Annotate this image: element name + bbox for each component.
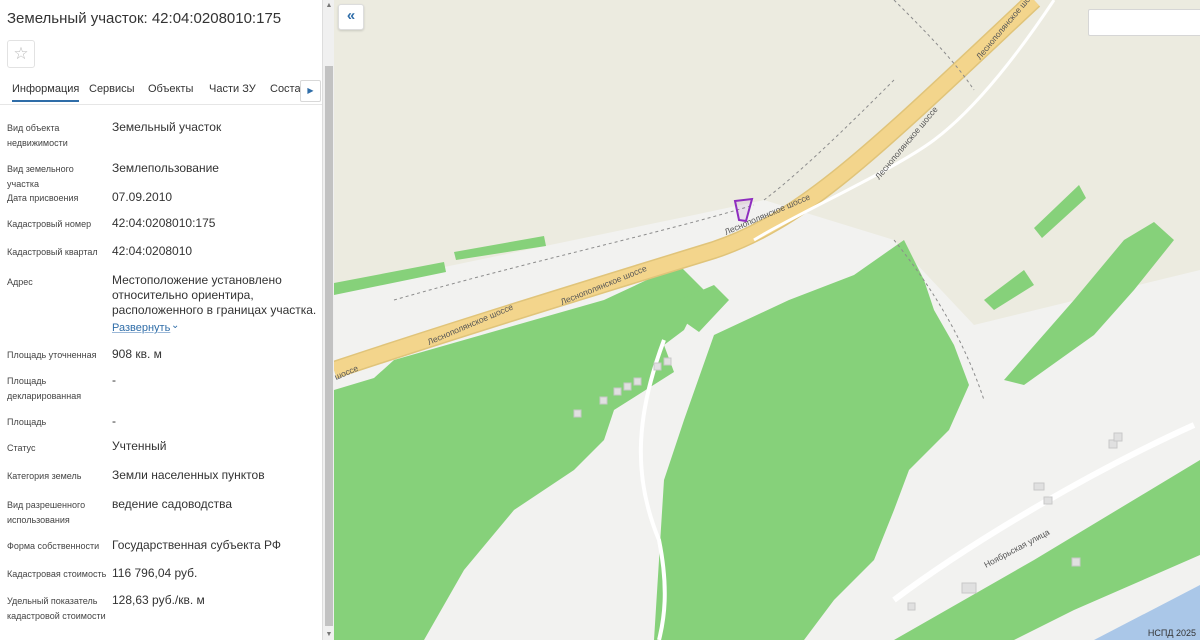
tab-information[interactable]: Информация xyxy=(12,83,80,102)
field-value: Земли населенных пунктов xyxy=(112,468,265,482)
info-panel: Земельный участок: 42:04:0208010:175 ☆ И… xyxy=(0,0,322,640)
collapse-panel-button[interactable]: « xyxy=(338,4,364,30)
field-label: Статус xyxy=(7,443,36,453)
field-label: Адрес xyxy=(7,277,33,287)
field-value: 42:04:0208010:175 xyxy=(112,216,216,230)
field-value: 908 кв. м xyxy=(112,347,162,361)
tab-bar: Информация Сервисы Объекты Части ЗУ Сост… xyxy=(0,80,322,105)
map-canvas[interactable]: Леснополянское шоссе Леснополянское шосс… xyxy=(334,0,1200,640)
field-label: Форма собственности xyxy=(7,541,100,551)
address-value: Местоположение установлено относительно … xyxy=(112,273,317,317)
field-label: Дата присвоения xyxy=(7,193,79,203)
scrollbar-thumb[interactable] xyxy=(325,66,333,626)
double-chevron-left-icon: « xyxy=(346,7,356,24)
field-value: Земельный участок xyxy=(112,120,222,134)
tabs-scroll-right-button[interactable]: ▶ xyxy=(300,80,321,102)
field-label: Вид земельного участка xyxy=(7,164,74,189)
map-copyright: НСПД 2025 xyxy=(1147,628,1196,638)
field-label: Кадастровая стоимость xyxy=(7,569,107,579)
field-value: ведение садоводства xyxy=(112,497,233,511)
field-value: Государственная субъекта РФ xyxy=(112,538,282,552)
field-label: Категория земель xyxy=(7,471,82,481)
expand-address-link[interactable]: Развернуть xyxy=(112,322,170,334)
tab-services[interactable]: Сервисы xyxy=(89,83,135,95)
field-value: 42:04:0208010 xyxy=(112,244,193,258)
field-label: Кадастровый квартал xyxy=(7,247,98,257)
field-value: 07.09.2010 xyxy=(112,190,173,204)
chevron-down-icon[interactable]: ⌄ xyxy=(171,320,179,331)
favorite-button[interactable]: ☆ xyxy=(7,40,35,68)
tab-parts[interactable]: Части ЗУ xyxy=(209,83,256,95)
field-label: Вид объекта недвижимости xyxy=(7,123,68,148)
field-value: 116 796,04 руб. xyxy=(112,566,198,580)
field-value: Землепользование xyxy=(112,161,219,175)
field-value: - xyxy=(112,414,116,428)
tab-composition[interactable]: Соста xyxy=(270,83,301,95)
field-label: Площадь уточненная xyxy=(7,350,97,360)
field-value: - xyxy=(112,373,116,387)
star-outline-icon: ☆ xyxy=(13,44,29,63)
tab-objects[interactable]: Объекты xyxy=(148,83,193,95)
map-view[interactable]: Леснополянское шоссе Леснополянское шосс… xyxy=(334,0,1200,640)
field-label: Площадь xyxy=(7,417,47,427)
field-label: Удельный показатель кадастровой стоимост… xyxy=(7,596,106,621)
field-value: 128,63 руб./кв. м xyxy=(112,593,205,607)
page-title: Земельный участок: 42:04:0208010:175 xyxy=(7,10,282,27)
map-search-input[interactable] xyxy=(1088,9,1200,36)
triangle-right-icon: ▶ xyxy=(307,86,314,95)
field-label: Площадь декларированная xyxy=(7,376,82,401)
field-label: Вид разрешенного использования xyxy=(7,500,86,525)
field-label: Кадастровый номер xyxy=(7,219,92,229)
status-value: Учтенный xyxy=(112,439,167,453)
